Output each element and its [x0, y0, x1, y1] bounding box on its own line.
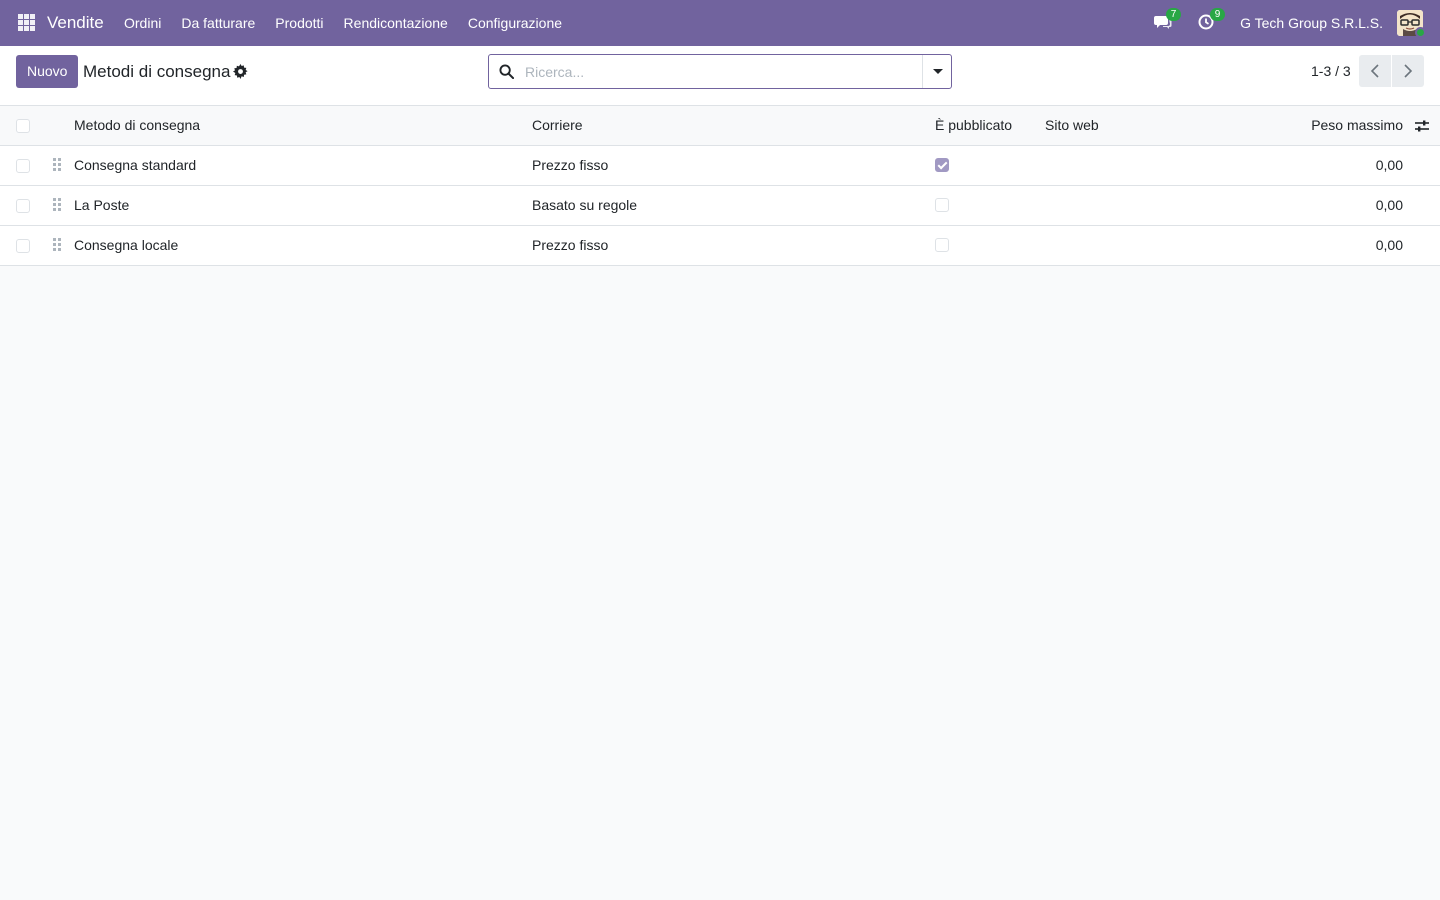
menu-item-configurazione[interactable]: Configurazione [458, 0, 572, 46]
main-menu: Ordini Da fatturare Prodotti Rendicontaz… [114, 0, 572, 46]
search-icon [499, 64, 515, 80]
column-header-max-weight[interactable]: Peso massimo [1311, 117, 1403, 133]
row-checkbox[interactable] [16, 199, 30, 213]
drag-handle-icon[interactable] [53, 238, 62, 252]
optional-columns-icon[interactable] [1414, 118, 1430, 134]
cell-carrier: Basato su regole [532, 197, 638, 213]
chevron-left-icon [1370, 64, 1379, 78]
apps-menu-icon[interactable] [18, 14, 35, 31]
menu-item-ordini[interactable]: Ordini [114, 0, 171, 46]
control-panel: Nuovo Metodi di consegna 1-3 / 3 [0, 46, 1440, 106]
new-button[interactable]: Nuovo [16, 55, 79, 88]
cell-name: Consegna locale [74, 237, 179, 253]
menu-item-rendicontazione[interactable]: Rendicontazione [334, 0, 458, 46]
cell-name: La Poste [74, 197, 130, 213]
messages-icon[interactable]: 7 [1154, 8, 1181, 33]
pager-value[interactable]: 1-3 / 3 [1311, 63, 1351, 79]
cell-max-weight: 0,00 [1375, 197, 1403, 213]
column-header-carrier[interactable]: Corriere [532, 117, 583, 133]
published-checkbox [935, 198, 949, 212]
cell-max-weight: 0,00 [1375, 157, 1403, 173]
activities-badge: 9 [1210, 8, 1225, 21]
search-input[interactable] [525, 55, 911, 88]
top-navbar: Vendite Ordini Da fatturare Prodotti Ren… [0, 0, 1440, 46]
online-status-dot [1415, 27, 1426, 38]
pager-previous-button[interactable] [1359, 55, 1391, 87]
table-row[interactable]: Consegna standard Prezzo fisso 0,00 [0, 146, 1440, 186]
cell-max-weight: 0,00 [1375, 237, 1403, 253]
cell-carrier: Prezzo fisso [532, 237, 609, 253]
chevron-right-icon [1404, 64, 1413, 78]
published-checkbox [935, 238, 949, 252]
row-checkbox[interactable] [16, 159, 30, 173]
cell-carrier: Prezzo fisso [532, 157, 609, 173]
search-options-toggle[interactable] [922, 55, 951, 88]
drag-handle-icon[interactable] [53, 198, 62, 212]
table-row[interactable]: Consegna locale Prezzo fisso 0,00 [0, 226, 1440, 266]
messages-badge: 7 [1166, 8, 1181, 21]
column-header-published[interactable]: È pubblicato [935, 117, 1012, 133]
app-name[interactable]: Vendite [47, 13, 104, 33]
search-bar [488, 54, 952, 89]
row-checkbox[interactable] [16, 239, 30, 253]
column-header-website[interactable]: Sito web [1045, 117, 1099, 133]
company-switcher[interactable]: G Tech Group S.R.L.S. [1240, 15, 1383, 31]
list-header: Metodo di consegna Corriere È pubblicato… [0, 106, 1440, 146]
column-header-name[interactable]: Metodo di consegna [74, 117, 200, 133]
published-checkbox [935, 158, 949, 172]
pager-next-button[interactable] [1392, 55, 1424, 87]
drag-handle-icon[interactable] [53, 158, 62, 172]
menu-item-prodotti[interactable]: Prodotti [265, 0, 333, 46]
menu-item-da-fatturare[interactable]: Da fatturare [171, 0, 265, 46]
gear-icon[interactable] [233, 64, 248, 79]
delivery-methods-list: Metodo di consegna Corriere È pubblicato… [0, 106, 1440, 266]
cell-name: Consegna standard [74, 157, 197, 173]
page-title: Metodi di consegna [83, 62, 231, 81]
activities-clock-icon[interactable]: 9 [1198, 8, 1225, 33]
select-all-checkbox[interactable] [16, 119, 30, 133]
table-row[interactable]: La Poste Basato su regole 0,00 [0, 186, 1440, 226]
